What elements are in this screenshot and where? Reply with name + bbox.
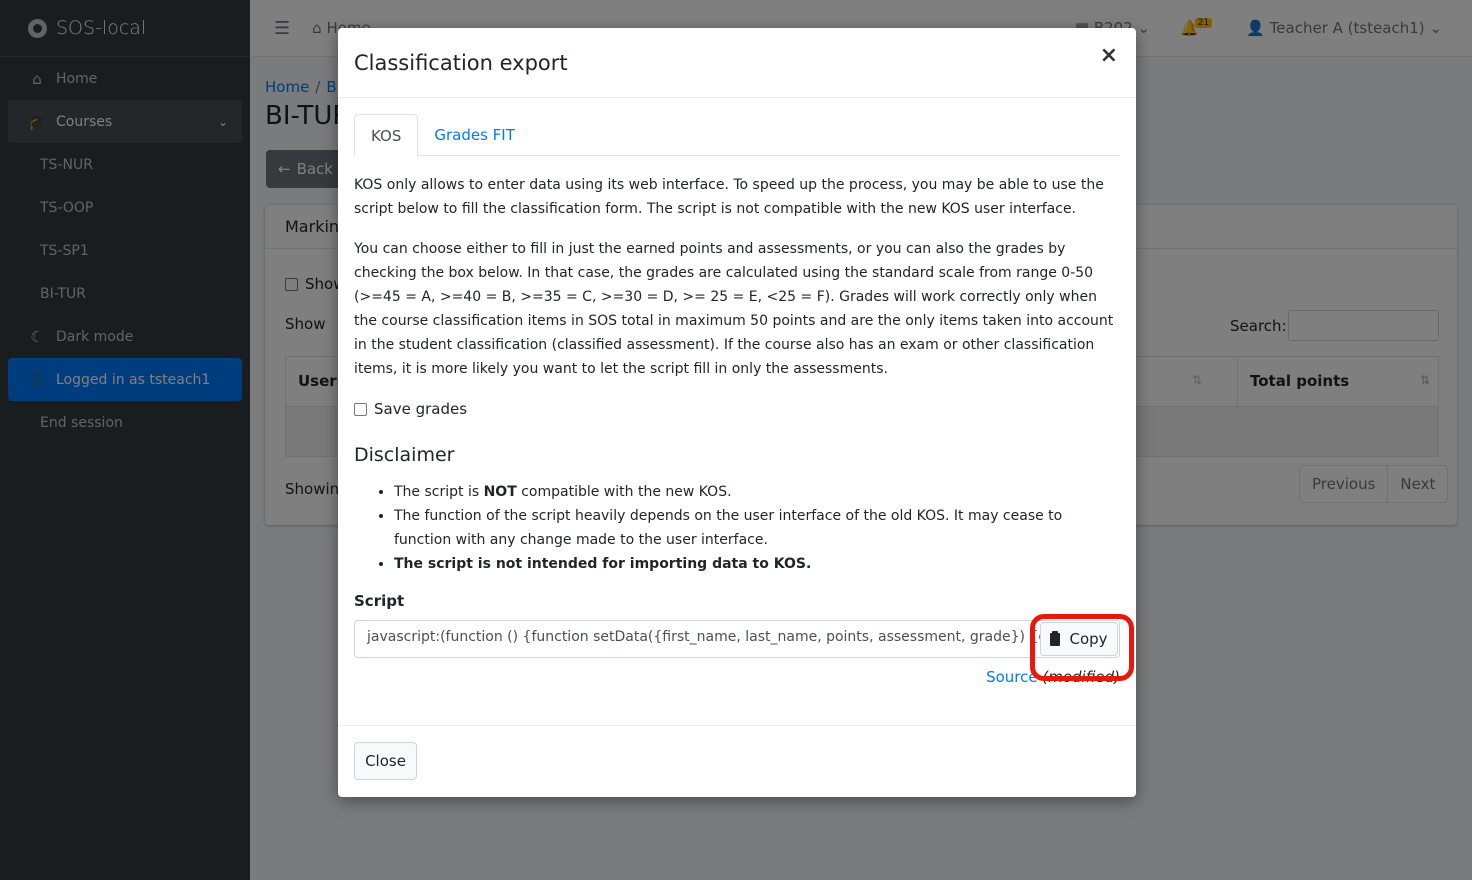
intro-paragraph: KOS only allows to enter data using its … [354, 177, 1104, 217]
list-item: The script is not intended for importing… [394, 552, 1120, 576]
tab-grades-fit[interactable]: Grades FIT [418, 114, 531, 156]
checkbox-box[interactable] [354, 402, 367, 416]
script-input-group: javascript:(function () {function setDat… [354, 620, 1120, 658]
save-grades-checkbox[interactable]: Save grades [354, 397, 1120, 421]
disc3-bold: The script is not intended for importing… [394, 556, 812, 572]
modal-footer: Close [338, 725, 1136, 797]
disc1-pre: The script is [394, 484, 484, 500]
script-label: Script [354, 592, 405, 610]
disc1-bold: NOT [483, 484, 517, 500]
modal-body: KOS Grades FIT KOS only allows to enter … [354, 114, 1120, 692]
source-row: Source (modified) [354, 668, 1120, 692]
tab-bar: KOS Grades FIT [354, 114, 1120, 157]
modal-title: Classification export [354, 50, 568, 75]
disc1-post: compatible with the new KOS. [516, 484, 732, 500]
save-grades-label: Save grades [374, 400, 468, 418]
classification-export-modal: Classification export × KOS Grades FIT K… [338, 28, 1136, 797]
list-item: The script is NOT compatible with the ne… [394, 480, 1120, 504]
grades-paragraph: You can choose either to fill in just th… [354, 241, 1114, 377]
close-button[interactable]: Close [354, 742, 417, 780]
modal-header: Classification export × [338, 28, 1136, 98]
list-item: The function of the script heavily depen… [394, 504, 1120, 552]
disclaimer-heading: Disclaimer [354, 444, 455, 466]
script-input[interactable]: javascript:(function () {function setDat… [354, 620, 1120, 658]
tab-kos[interactable]: KOS [354, 114, 419, 157]
disclaimer-list: The script is NOT compatible with the ne… [354, 480, 1120, 576]
copy-button-highlight [1030, 614, 1134, 681]
close-icon[interactable]: × [1100, 43, 1118, 68]
